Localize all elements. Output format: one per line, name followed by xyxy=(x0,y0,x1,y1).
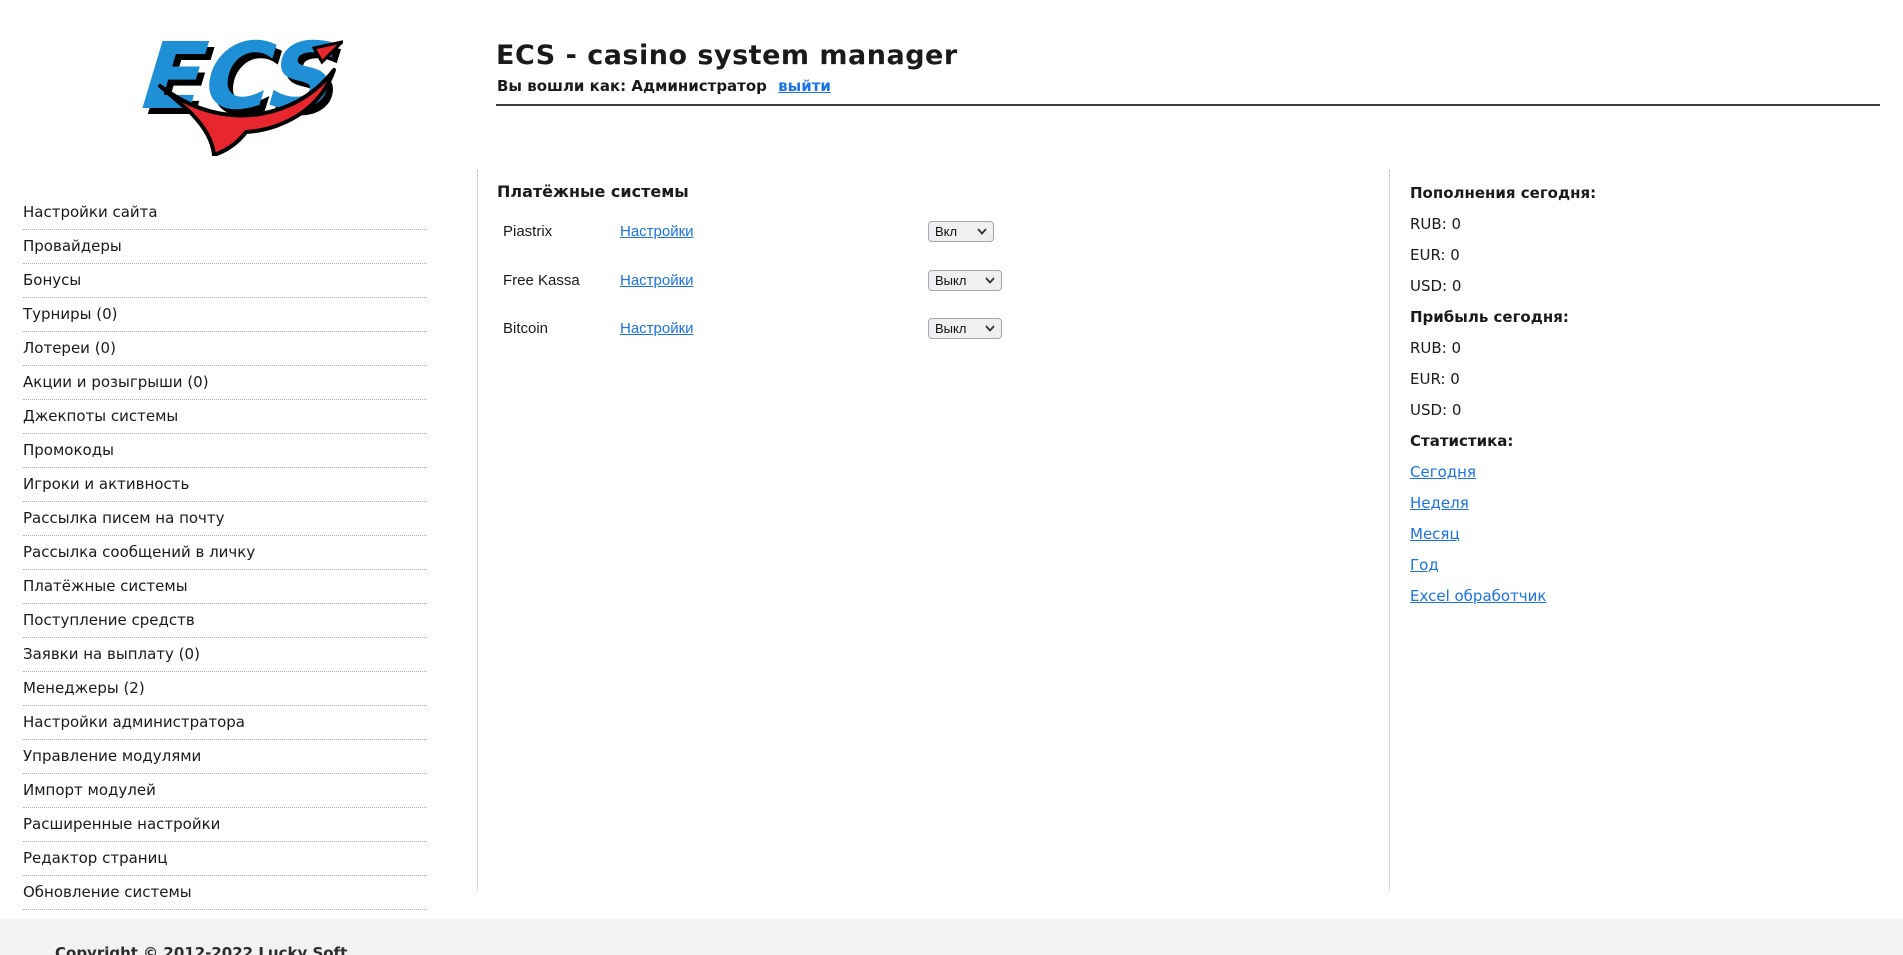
sidebar-item-providers[interactable]: Провайдеры xyxy=(23,230,427,264)
deposits-heading: Пополнения сегодня: xyxy=(1410,184,1597,202)
sidebar-item-bonuses[interactable]: Бонусы xyxy=(23,264,427,298)
settings-link-bitcoin[interactable]: Настройки xyxy=(620,320,694,337)
deposits-eur: EUR: 0 xyxy=(1410,246,1460,264)
footer: Copyright © 2012-2022 Lucky Soft xyxy=(0,919,1903,955)
state-select-wrap: Выкл xyxy=(928,318,1002,339)
stats-link-week[interactable]: Неделя xyxy=(1410,494,1469,512)
sidebar-item-promocodes[interactable]: Промокоды xyxy=(23,434,427,468)
sidebar-item-private-messages[interactable]: Рассылка сообщений в личку xyxy=(23,536,427,570)
sidebar-item-tournaments[interactable]: Турниры (0) xyxy=(23,298,427,332)
ecs-logo[interactable]: ECS ECS xyxy=(138,18,343,156)
sidebar-item-page-editor[interactable]: Редактор страниц xyxy=(23,842,427,876)
deposits-rub: RUB: 0 xyxy=(1410,215,1462,233)
sidebar-item-promotions[interactable]: Акции и розыгрыши (0) xyxy=(23,366,427,400)
left-column-separator xyxy=(477,170,478,890)
stats-panel: Пополнения сегодня: RUB: 0 EUR: 0 USD: 0… xyxy=(1410,185,1710,619)
sidebar-item-managers[interactable]: Менеджеры (2) xyxy=(23,672,427,706)
copyright-text: Copyright © 2012-2022 Lucky Soft xyxy=(55,944,348,955)
sidebar-item-jackpots[interactable]: Джекпоты системы xyxy=(23,400,427,434)
payment-name: Bitcoin xyxy=(503,320,549,337)
section-heading: Платёжные системы xyxy=(497,182,689,201)
stats-link-month[interactable]: Месяц xyxy=(1410,525,1460,543)
payment-name: Free Kassa xyxy=(503,272,580,289)
sidebar-item-admin-settings[interactable]: Настройки администратора xyxy=(23,706,427,740)
payment-row-piastrix: Piastrix Настройки Вкл xyxy=(503,221,1063,243)
login-status-text: Вы вошли как: Администратор xyxy=(497,77,767,95)
stats-heading: Статистика: xyxy=(1410,432,1514,450)
sidebar-item-email-newsletter[interactable]: Рассылка писем на почту xyxy=(23,502,427,536)
page-title: ECS - casino system manager xyxy=(496,40,958,71)
sidebar-item-site-settings[interactable]: Настройки сайта xyxy=(23,196,427,230)
profit-eur: EUR: 0 xyxy=(1410,370,1460,388)
profit-heading: Прибыль сегодня: xyxy=(1410,308,1569,326)
profit-rub: RUB: 0 xyxy=(1410,339,1462,357)
deposits-usd: USD: 0 xyxy=(1410,277,1462,295)
sidebar-item-advanced-settings[interactable]: Расширенные настройки xyxy=(23,808,427,842)
sidebar-nav: Настройки сайта Провайдеры Бонусы Турнир… xyxy=(23,196,427,910)
sidebar-item-payout-requests[interactable]: Заявки на выплату (0) xyxy=(23,638,427,672)
header-divider xyxy=(496,104,1880,106)
payment-row-freekassa: Free Kassa Настройки Выкл xyxy=(503,270,1063,292)
logout-link[interactable]: выйти xyxy=(778,77,831,95)
state-select-wrap: Вкл xyxy=(928,221,994,242)
state-select-wrap: Выкл xyxy=(928,270,1002,291)
payment-row-bitcoin: Bitcoin Настройки Выкл xyxy=(503,318,1063,340)
sidebar-item-payment-systems[interactable]: Платёжные системы xyxy=(23,570,427,604)
sidebar-item-players-activity[interactable]: Игроки и активность xyxy=(23,468,427,502)
sidebar-item-system-update[interactable]: Обновление системы xyxy=(23,876,427,910)
right-column-separator xyxy=(1389,170,1390,890)
profit-usd: USD: 0 xyxy=(1410,401,1462,419)
state-select-bitcoin[interactable]: Выкл xyxy=(928,318,1002,339)
sidebar-item-module-import[interactable]: Импорт модулей xyxy=(23,774,427,808)
state-select-freekassa[interactable]: Выкл xyxy=(928,270,1002,291)
sidebar-item-lotteries[interactable]: Лотереи (0) xyxy=(23,332,427,366)
payment-name: Piastrix xyxy=(503,223,553,240)
login-status: Вы вошли как: Администратор выйти xyxy=(497,77,831,95)
admin-page: ECS ECS ECS - casino system manager Вы в… xyxy=(0,0,1903,955)
stats-link-year[interactable]: Год xyxy=(1410,556,1439,574)
settings-link-piastrix[interactable]: Настройки xyxy=(620,223,694,240)
settings-link-freekassa[interactable]: Настройки xyxy=(620,272,694,289)
sidebar-item-module-management[interactable]: Управление модулями xyxy=(23,740,427,774)
state-select-piastrix[interactable]: Вкл xyxy=(928,221,994,242)
sidebar-item-incoming-funds[interactable]: Поступление средств xyxy=(23,604,427,638)
stats-link-excel-handler[interactable]: Excel обработчик xyxy=(1410,587,1546,605)
stats-link-today[interactable]: Сегодня xyxy=(1410,463,1476,481)
